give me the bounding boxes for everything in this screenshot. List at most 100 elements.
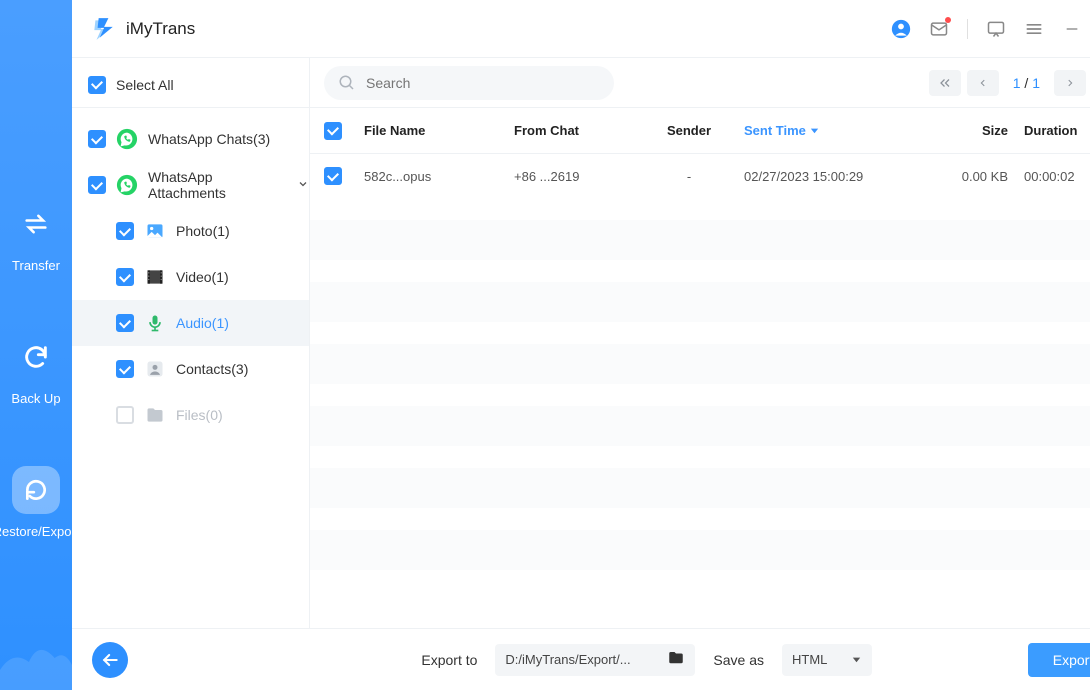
col-file-name[interactable]: File Name — [364, 123, 514, 138]
nav-backup-label: Back Up — [11, 391, 60, 406]
checkbox-icon[interactable] — [116, 314, 134, 332]
minimize-icon[interactable] — [1062, 19, 1082, 39]
cell-sent-time: 02/27/2023 15:00:29 — [744, 169, 924, 184]
table-row-empty — [310, 530, 1090, 570]
tree-item-label: Files(0) — [176, 407, 223, 423]
checkbox-icon[interactable] — [116, 406, 134, 424]
export-path: D:/iMyTrans/Export/... — [505, 652, 630, 667]
cell-sender: - — [634, 169, 744, 184]
table-row-empty — [310, 468, 1090, 508]
table: File Name From Chat Sender Sent Time Siz… — [310, 108, 1090, 628]
checkbox-icon[interactable] — [324, 122, 342, 140]
tree-item-label: WhatsApp Attachments — [148, 169, 283, 201]
nav-backup[interactable]: Back Up — [0, 333, 72, 406]
checkbox-icon[interactable] — [88, 176, 106, 194]
tree-item-label: Photo(1) — [176, 223, 230, 239]
tree-select-all-label: Select All — [116, 77, 174, 93]
folder-icon[interactable] — [667, 649, 685, 670]
pager-next[interactable] — [1054, 70, 1086, 96]
tree-item-photo[interactable]: Photo(1) — [72, 208, 309, 254]
export-path-box[interactable]: D:/iMyTrans/Export/... — [495, 644, 695, 676]
col-duration[interactable]: Duration — [1024, 123, 1090, 138]
col-sender[interactable]: Sender — [634, 123, 744, 138]
nav-restore[interactable]: Restore/Export — [0, 466, 72, 539]
search-input[interactable] — [366, 75, 600, 91]
tree-item-contacts[interactable]: Contacts(3) — [72, 346, 309, 392]
export-to-label: Export to — [421, 652, 477, 668]
nav-transfer-label: Transfer — [12, 258, 60, 273]
footer: Export to D:/iMyTrans/Export/... Save as… — [72, 628, 1090, 690]
pager-current: 1 — [1013, 75, 1021, 91]
save-as-label: Save as — [713, 652, 764, 668]
col-size[interactable]: Size — [924, 123, 1024, 138]
account-icon[interactable] — [891, 19, 911, 39]
tree-item-label: Contacts(3) — [176, 361, 248, 377]
pager-prev[interactable] — [967, 70, 999, 96]
cell-file-name: 582c...opus — [364, 169, 514, 184]
export-button[interactable]: Export — [1028, 643, 1090, 677]
tree-item-audio[interactable]: Audio(1) — [72, 300, 309, 346]
table-row-empty — [310, 344, 1090, 384]
search-icon — [338, 74, 356, 92]
main-area: iMyTrans — [72, 0, 1090, 690]
nav-transfer[interactable]: Transfer — [0, 200, 72, 273]
table-row-empty — [310, 282, 1090, 322]
transfer-icon — [12, 200, 60, 248]
whatsapp-icon — [116, 174, 138, 196]
col-from-chat[interactable]: From Chat — [514, 123, 634, 138]
tree-item-label: Audio(1) — [176, 315, 229, 331]
save-as-value: HTML — [792, 652, 827, 667]
photo-icon — [144, 220, 166, 242]
tree-item-video[interactable]: Video(1) — [72, 254, 309, 300]
checkbox-icon[interactable] — [324, 167, 342, 185]
app-logo-icon — [90, 16, 116, 42]
files-icon — [144, 404, 166, 426]
restore-icon — [12, 466, 60, 514]
chevron-down-icon — [851, 654, 862, 665]
pager: 1 / 1 — [929, 70, 1090, 96]
app-logo-block: iMyTrans — [90, 16, 195, 42]
app-name: iMyTrans — [126, 19, 195, 39]
tree-item-chats[interactable]: WhatsApp Chats(3) — [72, 116, 309, 162]
cell-from-chat: +86 ...2619 — [514, 169, 634, 184]
table-row[interactable]: 582c...opus +86 ...2619 - 02/27/2023 15:… — [310, 154, 1090, 198]
pager-text: 1 / 1 — [1005, 75, 1048, 91]
audio-icon — [144, 312, 166, 334]
checkbox-icon[interactable] — [116, 268, 134, 286]
nav-restore-label: Restore/Export — [0, 524, 79, 539]
titlebar-actions — [891, 19, 1090, 39]
pager-first[interactable] — [929, 70, 961, 96]
checkbox-icon[interactable] — [88, 130, 106, 148]
tree-item-attachments[interactable]: WhatsApp Attachments — [72, 162, 309, 208]
cell-duration: 00:00:02 — [1024, 169, 1090, 184]
search-box[interactable] — [324, 66, 614, 100]
checkbox-icon[interactable] — [88, 76, 106, 94]
back-button[interactable] — [92, 642, 128, 678]
checkbox-icon[interactable] — [116, 222, 134, 240]
save-as-select[interactable]: HTML — [782, 644, 872, 676]
titlebar: iMyTrans — [72, 0, 1090, 58]
contacts-icon — [144, 358, 166, 380]
tree-item-label: Video(1) — [176, 269, 229, 285]
table-header: File Name From Chat Sender Sent Time Siz… — [310, 108, 1090, 154]
right-pane: 1 / 1 File Name From Chat Sender — [310, 58, 1090, 628]
tree-select-all[interactable]: Select All — [72, 62, 309, 108]
chevron-down-icon[interactable] — [297, 177, 309, 193]
col-sent-time[interactable]: Sent Time — [744, 123, 924, 138]
backup-icon — [12, 333, 60, 381]
tree-panel: Select All WhatsApp Chats(3) WhatsApp At… — [72, 58, 310, 628]
feedback-icon[interactable] — [986, 19, 1006, 39]
menu-icon[interactable] — [1024, 19, 1044, 39]
checkbox-icon[interactable] — [116, 360, 134, 378]
pager-total: 1 — [1032, 75, 1040, 91]
whatsapp-icon — [116, 128, 138, 150]
tree-item-files[interactable]: Files(0) — [72, 392, 309, 438]
table-row-empty — [310, 406, 1090, 446]
cell-size: 0.00 KB — [924, 169, 1024, 184]
table-row-empty — [310, 220, 1090, 260]
mail-icon[interactable] — [929, 19, 949, 39]
sort-desc-icon — [809, 125, 820, 136]
video-icon — [144, 266, 166, 288]
toolbar: 1 / 1 — [310, 58, 1090, 108]
cloud-decoration — [0, 630, 72, 690]
